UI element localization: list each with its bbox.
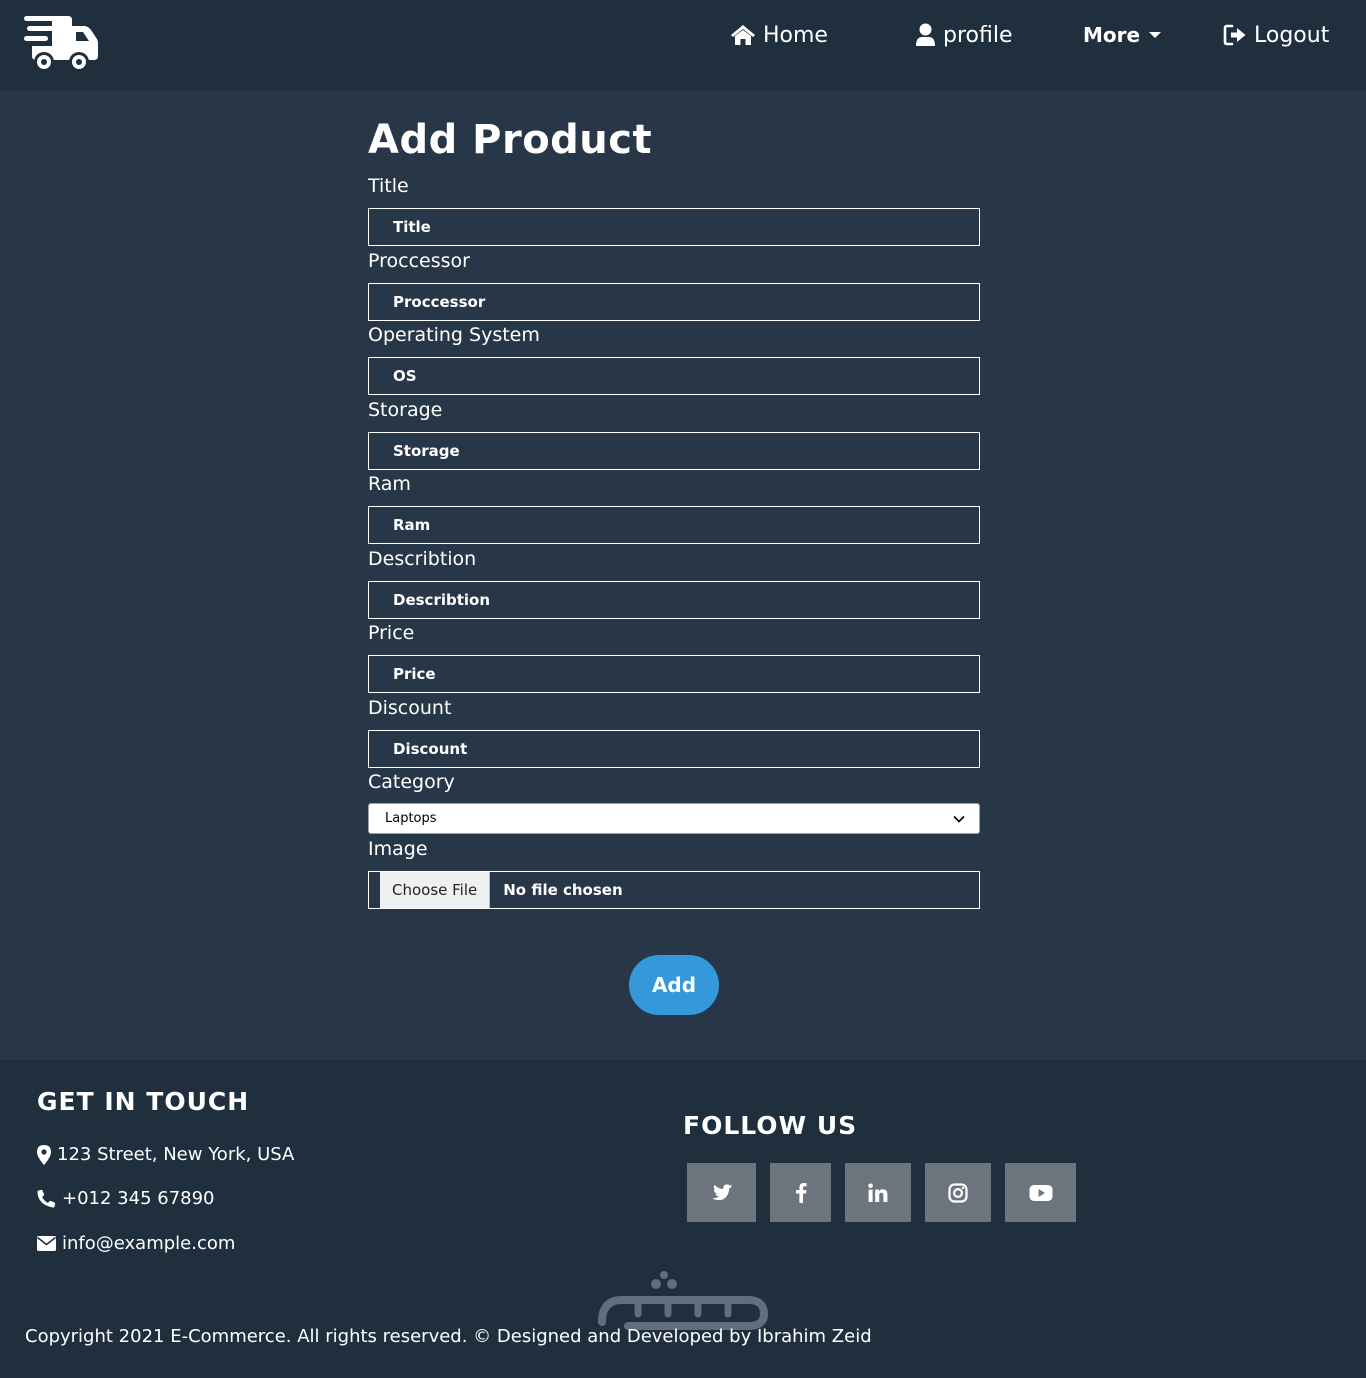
get-in-touch-heading: GET IN TOUCH	[37, 1087, 250, 1116]
form-field-image: Image Choose File No file chosen	[368, 833, 980, 909]
ram-input[interactable]	[368, 506, 980, 544]
contact-email: info@example.com	[37, 1233, 235, 1254]
os-input[interactable]	[368, 357, 980, 395]
form-field-ram: Ram	[368, 468, 980, 544]
instagram-icon	[948, 1182, 968, 1203]
nav-logout-link[interactable]: Logout	[1223, 18, 1329, 52]
form-field-description: Describtion	[368, 543, 980, 619]
nav-home-link[interactable]: Home	[730, 18, 828, 52]
add-button[interactable]: Add	[629, 955, 719, 1015]
image-file-input[interactable]: Choose File No file chosen	[368, 871, 980, 909]
facebook-button[interactable]	[770, 1163, 831, 1222]
youtube-button[interactable]	[1005, 1163, 1076, 1222]
category-label: Category	[368, 771, 455, 793]
sign-out-icon	[1223, 24, 1246, 46]
os-label: Operating System	[368, 324, 540, 346]
category-select[interactable]: Laptops	[368, 803, 980, 834]
home-icon	[731, 25, 755, 45]
navbar: Home profile More Logout	[0, 0, 1366, 91]
contact-phone-text: +012 345 67890	[62, 1188, 215, 1209]
nav-profile-label: profile	[943, 22, 1013, 48]
form-field-discount: Discount	[368, 692, 980, 768]
contact-address-text: 123 Street, New York, USA	[57, 1144, 295, 1165]
discount-label: Discount	[368, 696, 452, 719]
choose-file-button[interactable]: Choose File	[380, 872, 491, 908]
nav-profile-link[interactable]: profile	[915, 18, 1013, 52]
instagram-button[interactable]	[925, 1163, 991, 1222]
form-field-category: Category Laptops	[368, 766, 980, 834]
title-label: Title	[368, 175, 409, 197]
facebook-icon	[795, 1183, 807, 1203]
form-field-storage: Storage	[368, 394, 980, 470]
caret-down-icon	[1149, 32, 1162, 38]
twitter-button[interactable]	[687, 1163, 756, 1222]
linkedin-icon	[868, 1183, 888, 1202]
chevron-down-icon	[953, 815, 965, 823]
footer: GET IN TOUCH 123 Street, New York, USA +…	[0, 1060, 1366, 1378]
nav-logout-label: Logout	[1254, 22, 1330, 48]
discount-input[interactable]	[368, 729, 980, 768]
processor-label: Proccessor	[368, 249, 470, 272]
form-field-title: Title	[368, 170, 980, 246]
file-status-text: No file chosen	[503, 881, 623, 899]
nav-more-label: More	[1083, 23, 1141, 47]
nav-home-label: Home	[763, 22, 828, 48]
price-input[interactable]	[368, 655, 980, 693]
description-label: Describtion	[368, 547, 477, 570]
image-label: Image	[368, 838, 428, 860]
twitter-icon	[711, 1183, 732, 1200]
category-selected-value: Laptops	[385, 811, 437, 826]
ram-label: Ram	[368, 473, 411, 495]
processor-input[interactable]	[368, 282, 980, 321]
add-product-form: Add Product Title Proccessor Operating S…	[368, 110, 980, 909]
storage-input[interactable]	[368, 431, 980, 470]
form-field-price: Price	[368, 617, 980, 693]
linkedin-button[interactable]	[845, 1163, 911, 1222]
contact-address: 123 Street, New York, USA	[37, 1144, 294, 1165]
description-input[interactable]	[368, 580, 980, 619]
map-marker-icon	[37, 1144, 51, 1165]
delivery-truck-logo-icon[interactable]	[22, 12, 100, 74]
storage-label: Storage	[368, 398, 443, 421]
price-label: Price	[368, 622, 415, 644]
nav-more-dropdown[interactable]: More	[1083, 18, 1162, 52]
contact-phone: +012 345 67890	[37, 1188, 215, 1209]
form-field-processor: Proccessor	[368, 245, 980, 321]
page-title: Add Product	[368, 117, 653, 163]
envelope-icon	[37, 1236, 56, 1251]
copyright-text: Copyright 2021 E-Commerce. All rights re…	[25, 1326, 872, 1347]
follow-us-heading: FOLLOW US	[683, 1111, 858, 1140]
phone-icon	[37, 1189, 56, 1208]
title-input[interactable]	[368, 208, 980, 246]
form-field-os: Operating System	[368, 319, 980, 395]
user-icon	[916, 23, 935, 46]
contact-email-text: info@example.com	[62, 1233, 236, 1254]
youtube-icon	[1029, 1184, 1052, 1201]
